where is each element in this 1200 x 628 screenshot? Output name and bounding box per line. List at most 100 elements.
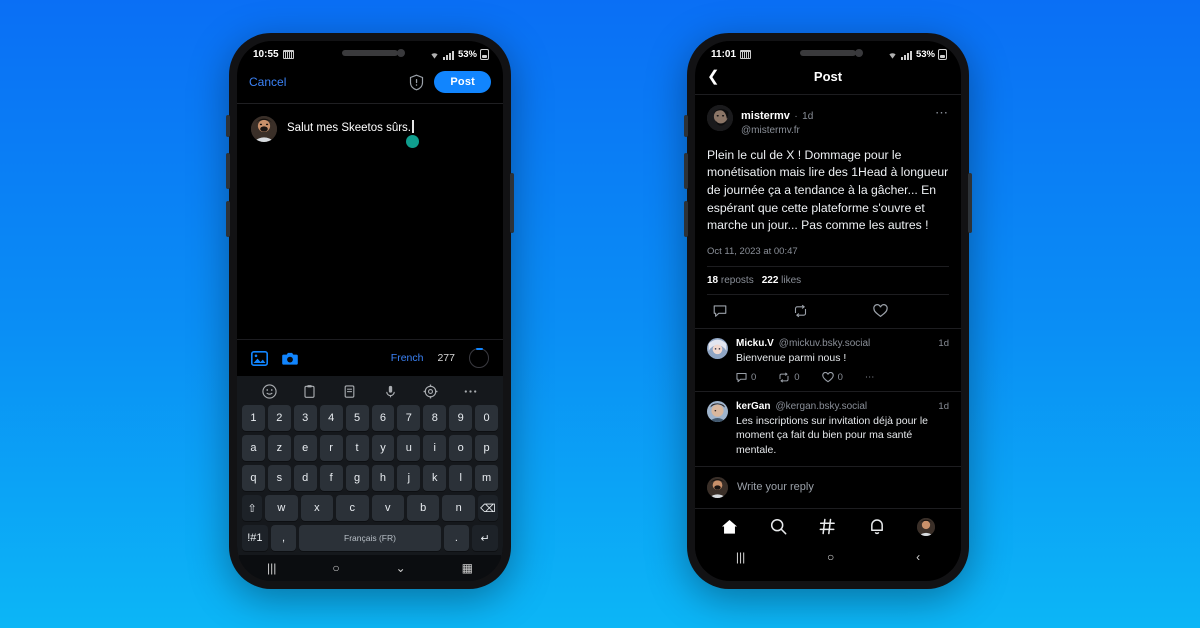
reply-composer[interactable]: Write your reply bbox=[695, 465, 961, 508]
search-icon[interactable] bbox=[770, 518, 787, 535]
reply-like-action[interactable]: 0 bbox=[821, 371, 843, 383]
key-q[interactable]: q bbox=[241, 465, 265, 491]
camera-icon[interactable] bbox=[282, 351, 299, 366]
post-button[interactable]: Post bbox=[434, 71, 491, 93]
key-p[interactable]: p bbox=[475, 435, 499, 461]
volume-up-button[interactable] bbox=[684, 153, 688, 189]
hashtag-feeds-icon[interactable] bbox=[819, 518, 836, 535]
backspace-key[interactable]: ⌫ bbox=[477, 495, 498, 521]
key-0[interactable]: 0 bbox=[475, 405, 499, 431]
reply-action[interactable] bbox=[707, 304, 787, 318]
emoji-icon[interactable] bbox=[262, 384, 277, 399]
more-options-icon[interactable] bbox=[463, 384, 478, 399]
profile-avatar-icon[interactable] bbox=[916, 517, 935, 536]
keyboard-switch-button[interactable]: ▦ bbox=[462, 561, 473, 575]
repost-action[interactable] bbox=[787, 304, 867, 318]
like-stat[interactable]: 222 likes bbox=[762, 275, 801, 286]
notifications-bell-icon[interactable] bbox=[869, 518, 885, 535]
replier-avatar[interactable] bbox=[707, 400, 728, 422]
key-3[interactable]: 3 bbox=[293, 405, 317, 431]
key-z[interactable]: z bbox=[267, 435, 291, 461]
sticker-icon[interactable] bbox=[342, 384, 357, 399]
like-action[interactable] bbox=[867, 303, 947, 318]
hide-keyboard-button[interactable]: ⌄ bbox=[396, 561, 406, 575]
author-avatar[interactable] bbox=[707, 105, 733, 131]
key-s[interactable]: s bbox=[267, 465, 291, 491]
mute-switch[interactable] bbox=[226, 115, 230, 137]
recents-button[interactable]: ||| bbox=[267, 561, 276, 575]
key-f[interactable]: f bbox=[319, 465, 343, 491]
key-b[interactable]: b bbox=[406, 495, 440, 521]
key-e[interactable]: e bbox=[293, 435, 317, 461]
author-display-name[interactable]: mistermv bbox=[741, 110, 790, 122]
volume-down-button[interactable] bbox=[226, 201, 230, 237]
key-c[interactable]: c bbox=[336, 495, 369, 521]
language-label[interactable]: French bbox=[391, 352, 424, 364]
replier-avatar[interactable] bbox=[707, 337, 728, 359]
enter-key[interactable]: ↵ bbox=[472, 525, 499, 551]
symbols-key[interactable]: !#1 bbox=[241, 525, 268, 551]
key-o[interactable]: o bbox=[449, 435, 473, 461]
shift-key[interactable]: ⇧ bbox=[242, 495, 263, 521]
key-6[interactable]: 6 bbox=[371, 405, 395, 431]
clipboard-icon[interactable] bbox=[302, 384, 317, 399]
home-button[interactable]: ○ bbox=[332, 561, 339, 575]
key-g[interactable]: g bbox=[345, 465, 369, 491]
reply-item[interactable]: Micku.V @mickuv.bsky.social 1d Bienvenue… bbox=[695, 329, 961, 391]
comma-key[interactable]: , bbox=[270, 525, 297, 551]
key-m[interactable]: m bbox=[475, 465, 499, 491]
key-w[interactable]: w bbox=[265, 495, 298, 521]
key-l[interactable]: l bbox=[449, 465, 473, 491]
key-y[interactable]: y bbox=[371, 435, 395, 461]
power-button[interactable] bbox=[510, 173, 514, 233]
more-options-icon[interactable]: ⋯ bbox=[935, 105, 949, 121]
reply-display-name[interactable]: kerGan bbox=[736, 401, 770, 412]
key-5[interactable]: 5 bbox=[345, 405, 369, 431]
reply-handle[interactable]: @mickuv.bsky.social bbox=[779, 338, 870, 349]
mute-switch[interactable] bbox=[684, 115, 688, 137]
repost-stat[interactable]: 18 reposts bbox=[707, 275, 754, 286]
volume-up-button[interactable] bbox=[226, 153, 230, 189]
reply-repost-action[interactable]: 0 bbox=[778, 372, 800, 383]
key-x[interactable]: x bbox=[300, 495, 334, 521]
key-n[interactable]: n bbox=[442, 495, 475, 521]
key-d[interactable]: d bbox=[293, 465, 317, 491]
key-4[interactable]: 4 bbox=[319, 405, 343, 431]
key-9[interactable]: 9 bbox=[449, 405, 473, 431]
key-1[interactable]: 1 bbox=[241, 405, 265, 431]
reply-handle[interactable]: @kergan.bsky.social bbox=[775, 401, 867, 412]
user-avatar[interactable] bbox=[707, 476, 728, 498]
key-k[interactable]: k bbox=[423, 465, 447, 491]
settings-gear-icon[interactable] bbox=[423, 384, 438, 399]
period-key[interactable]: . bbox=[443, 525, 470, 551]
cancel-button[interactable]: Cancel bbox=[249, 75, 286, 89]
text-cursor-handle[interactable] bbox=[405, 135, 419, 148]
key-u[interactable]: u bbox=[397, 435, 421, 461]
compose-text[interactable]: Salut mes Skeetos sûrs. bbox=[287, 116, 419, 148]
shield-warning-icon[interactable] bbox=[409, 74, 424, 91]
key-j[interactable]: j bbox=[397, 465, 421, 491]
key-t[interactable]: t bbox=[345, 435, 369, 461]
key-a[interactable]: a bbox=[241, 435, 265, 461]
key-8[interactable]: 8 bbox=[423, 405, 447, 431]
author-handle[interactable]: @mistermv.fr bbox=[741, 125, 927, 138]
key-7[interactable]: 7 bbox=[397, 405, 421, 431]
volume-down-button[interactable] bbox=[684, 201, 688, 237]
compose-input-row[interactable]: Salut mes Skeetos sûrs. bbox=[237, 104, 503, 148]
key-r[interactable]: r bbox=[319, 435, 343, 461]
microphone-icon[interactable] bbox=[383, 384, 398, 399]
power-button[interactable] bbox=[968, 173, 972, 233]
reply-item[interactable]: kerGan @kergan.bsky.social 1d Les inscri… bbox=[695, 392, 961, 466]
more-options-icon[interactable]: ⋯ bbox=[865, 372, 875, 383]
image-picker-icon[interactable] bbox=[251, 350, 268, 366]
key-v[interactable]: v bbox=[371, 495, 404, 521]
reply-reply-action[interactable]: 0 bbox=[736, 372, 756, 383]
key-h[interactable]: h bbox=[371, 465, 395, 491]
reply-display-name[interactable]: Micku.V bbox=[736, 338, 774, 349]
home-button[interactable]: ○ bbox=[827, 550, 834, 564]
space-key[interactable]: Français (FR) bbox=[299, 525, 441, 551]
key-i[interactable]: i bbox=[423, 435, 447, 461]
home-icon[interactable] bbox=[721, 519, 738, 535]
back-button[interactable]: ‹ bbox=[916, 550, 920, 564]
key-2[interactable]: 2 bbox=[267, 405, 291, 431]
